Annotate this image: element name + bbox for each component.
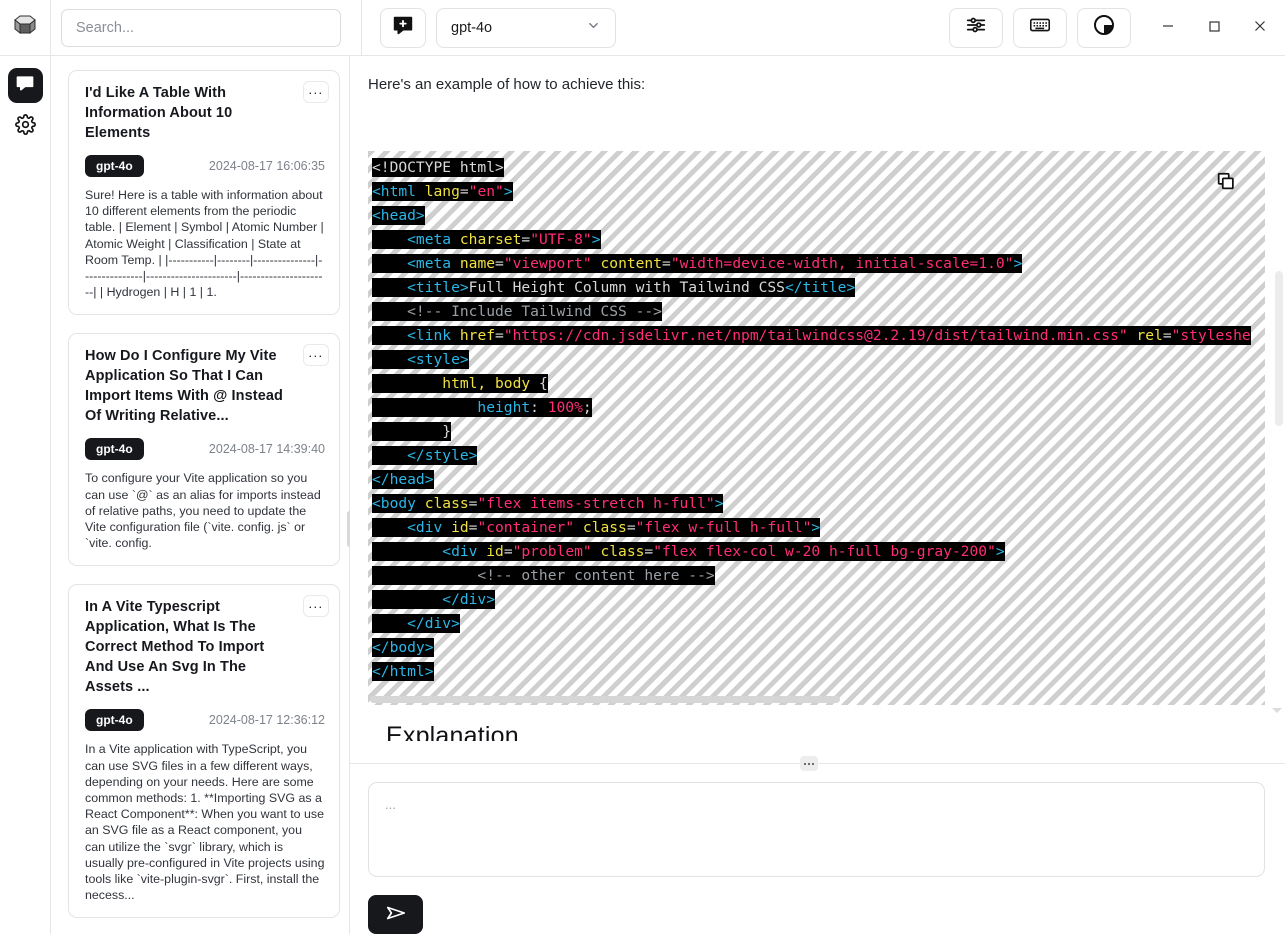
new-chat-plus-icon <box>392 14 414 41</box>
conversation-card[interactable]: I'd Like A Table With Information About … <box>68 70 340 315</box>
conversation-timestamp: 2024-08-17 12:36:12 <box>209 713 325 727</box>
conversation-menu-button[interactable]: ... <box>303 595 329 617</box>
top-bar: gpt-4o <box>0 0 1285 56</box>
chevron-down-icon <box>586 18 601 37</box>
maximize-icon <box>1206 18 1222 37</box>
sliders-icon <box>965 14 987 41</box>
composer <box>350 764 1285 934</box>
conversation-title: I'd Like A Table With Information About … <box>85 83 325 143</box>
minimize-button[interactable] <box>1145 8 1191 48</box>
conversation-card[interactable]: In A Vite Typescript Application, What I… <box>68 584 340 918</box>
conversation-card[interactable]: How Do I Configure My Vite Application S… <box>68 333 340 566</box>
conversation-timestamp: 2024-08-17 16:06:35 <box>209 159 325 173</box>
keyboard-shortcuts-button[interactable] <box>1013 8 1067 48</box>
cylinder-logo-icon <box>10 10 40 45</box>
body-row: I'd Like A Table With Information About … <box>0 56 1285 934</box>
rail-item-chats[interactable] <box>8 68 43 103</box>
assistant-intro-text: Here's an example of how to achieve this… <box>368 74 1265 96</box>
code-content: <!DOCTYPE html><html lang="en"><head> <m… <box>372 156 1251 684</box>
maximize-button[interactable] <box>1191 8 1237 48</box>
conversation-meta: gpt-4o 2024-08-17 16:06:35 <box>85 155 325 177</box>
message-input[interactable] <box>368 782 1265 877</box>
main-vertical-scrollbar[interactable] <box>1275 271 1283 426</box>
conversation-menu-button[interactable]: ... <box>303 344 329 366</box>
code-horizontal-scrollbar[interactable] <box>370 696 840 703</box>
conversation-model-badge: gpt-4o <box>85 709 144 731</box>
code-block: <!DOCTYPE html><html lang="en"><head> <m… <box>368 151 1265 705</box>
conversation-snippet: In a Vite application with TypeScript, y… <box>85 741 325 903</box>
conversation-model-badge: gpt-4o <box>85 438 144 460</box>
message-scroll-area[interactable]: Here's an example of how to achieve this… <box>350 56 1285 741</box>
close-button[interactable] <box>1237 8 1283 48</box>
conversation-meta: gpt-4o 2024-08-17 14:39:40 <box>85 438 325 460</box>
gear-icon <box>15 114 36 140</box>
scroll-down-caret-icon <box>1272 708 1282 713</box>
icon-rail <box>0 56 51 934</box>
keyboard-icon <box>1028 13 1052 42</box>
settings-sliders-button[interactable] <box>949 8 1003 48</box>
close-icon <box>1252 18 1268 37</box>
conversation-menu-button[interactable]: ... <box>303 81 329 103</box>
model-selector-value: gpt-4o <box>451 20 492 36</box>
theme-toggle-button[interactable] <box>1077 8 1131 48</box>
copy-code-button[interactable] <box>1215 171 1237 193</box>
send-paper-plane-icon <box>385 902 407 927</box>
search-input[interactable] <box>61 9 341 47</box>
chat-bubble-icon <box>15 73 35 98</box>
explanation-heading: Explanation <box>368 705 1265 741</box>
conversation-meta: gpt-4o 2024-08-17 12:36:12 <box>85 709 325 731</box>
send-button[interactable] <box>368 895 423 934</box>
app-logo <box>0 0 51 56</box>
composer-split-divider <box>350 763 1285 764</box>
new-chat-button[interactable] <box>380 8 426 48</box>
conversation-title: In A Vite Typescript Application, What I… <box>85 597 325 697</box>
conversation-title: How Do I Configure My Vite Application S… <box>85 346 325 426</box>
contrast-theme-icon <box>1092 13 1116 42</box>
app-window: gpt-4o <box>0 0 1285 934</box>
conversation-snippet: Sure! Here is a table with information a… <box>85 187 325 300</box>
conversation-list-panel: I'd Like A Table With Information About … <box>51 56 350 934</box>
rail-item-settings[interactable] <box>8 109 43 144</box>
conversation-model-badge: gpt-4o <box>85 155 144 177</box>
toolbar-divider <box>361 0 362 56</box>
conversation-snippet: To configure your Vite application so yo… <box>85 470 325 551</box>
main-panel: Here's an example of how to achieve this… <box>350 56 1285 934</box>
model-selector[interactable]: gpt-4o <box>436 8 616 48</box>
search-container <box>51 9 341 47</box>
conversation-timestamp: 2024-08-17 14:39:40 <box>209 442 325 456</box>
conversation-list[interactable]: I'd Like A Table With Information About … <box>51 56 350 934</box>
minimize-icon <box>1160 18 1176 37</box>
drag-handle-icon[interactable] <box>800 756 818 771</box>
copy-icon <box>1215 180 1237 197</box>
